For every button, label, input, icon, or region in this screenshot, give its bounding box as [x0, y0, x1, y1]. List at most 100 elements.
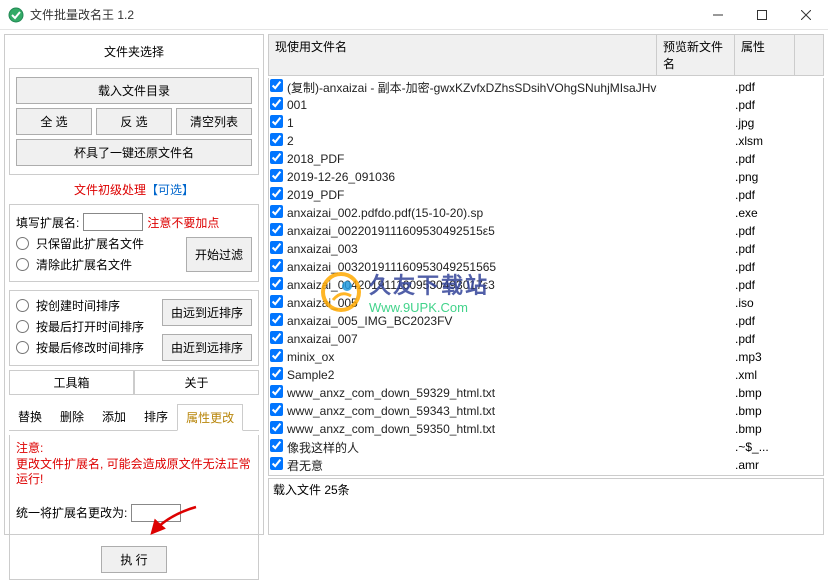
row-checkbox[interactable] [270, 439, 283, 452]
maximize-button[interactable] [740, 0, 784, 30]
tab-replace[interactable]: 替换 [9, 403, 51, 430]
clear-list-button[interactable]: 清空列表 [176, 108, 252, 135]
preprocess-header: 文件初级处理【可选】 [9, 179, 259, 200]
file-name: (复制)-anxaizai - 副本-加密-gwxKZvfxDZhsSDsihV… [287, 79, 657, 96]
row-checkbox[interactable] [270, 187, 283, 200]
table-row[interactable]: www_anxz_com_down_59350_html.txt.bmp [269, 420, 823, 438]
row-checkbox[interactable] [270, 349, 283, 362]
keep-ext-radio[interactable] [16, 237, 29, 250]
row-checkbox[interactable] [270, 331, 283, 344]
table-row[interactable]: 君无意.amr [269, 456, 823, 474]
row-checkbox[interactable] [270, 169, 283, 182]
sort-modify-radio[interactable] [16, 341, 29, 354]
folder-group: 载入文件目录 全 选 反 选 清空列表 杯具了一键还原文件名 [9, 68, 259, 175]
file-list[interactable]: 久友下载站 Www.9UPK.Com (复制)-anxaizai - 副本-加密… [268, 78, 824, 476]
tab-sort[interactable]: 排序 [135, 403, 177, 430]
col-attr[interactable]: 属性 [735, 35, 795, 75]
file-attr: .bmp [735, 386, 795, 400]
load-folder-button[interactable]: 载入文件目录 [16, 77, 252, 104]
table-row[interactable]: 001.pdf [269, 96, 823, 114]
row-checkbox[interactable] [270, 79, 283, 92]
table-row[interactable]: minix_ox.mp3 [269, 348, 823, 366]
file-attr: .iso [735, 296, 795, 310]
table-row[interactable]: anxaizai_007.pdf [269, 330, 823, 348]
file-attr: .pdf [735, 224, 795, 238]
file-name: anxaizai_005 [287, 296, 657, 310]
minimize-button[interactable] [696, 0, 740, 30]
row-checkbox[interactable] [270, 421, 283, 434]
invert-select-button[interactable]: 反 选 [96, 108, 172, 135]
start-filter-button[interactable]: 开始过滤 [186, 237, 252, 272]
table-row[interactable]: anxaizai_003.pdf [269, 240, 823, 258]
table-row[interactable]: 2019-12-26_091036.png [269, 168, 823, 186]
close-button[interactable] [784, 0, 828, 30]
row-checkbox[interactable] [270, 313, 283, 326]
row-checkbox[interactable] [270, 115, 283, 128]
table-row[interactable]: www_anxz_com_down_59329_html.txt .bmp [269, 384, 823, 402]
table-row[interactable]: anxaizai_005 .iso [269, 294, 823, 312]
table-row[interactable]: 像我这样的人.~$_... [269, 438, 823, 456]
row-checkbox[interactable] [270, 259, 283, 272]
file-name: www_anxz_com_down_59343_html.txt [287, 404, 657, 418]
table-row[interactable]: anxaizai_0022019111609530492515ε5.pdf [269, 222, 823, 240]
table-row[interactable]: 2.xlsm [269, 132, 823, 150]
row-checkbox[interactable] [270, 403, 283, 416]
table-row[interactable]: anxaizai_005_IMG_BC2023FV.pdf [269, 312, 823, 330]
table-row[interactable]: Sample2.xml [269, 366, 823, 384]
row-checkbox[interactable] [270, 133, 283, 146]
row-checkbox[interactable] [270, 97, 283, 110]
file-attr: .pdf [735, 314, 795, 328]
file-name: 1 [287, 116, 657, 130]
list-header: 现使用文件名 预览新文件名 属性 [268, 34, 824, 76]
row-checkbox[interactable] [270, 205, 283, 218]
remove-ext-radio[interactable] [16, 258, 29, 271]
table-row[interactable]: 1.jpg [269, 114, 823, 132]
file-name: minix_ox [287, 350, 657, 364]
table-row[interactable]: www_anxz_com_down_59343_html.txt.bmp [269, 402, 823, 420]
near-far-button[interactable]: 由近到远排序 [162, 334, 252, 361]
tab-delete[interactable]: 删除 [51, 403, 93, 430]
file-name: www_anxz_com_down_59329_html.txt [287, 386, 657, 400]
table-row[interactable]: anxaizai_002.pdfdo.pdf(15-10-20).sp.exe [269, 204, 823, 222]
row-checkbox[interactable] [270, 241, 283, 254]
right-panel: 现使用文件名 预览新文件名 属性 久友下载站 Www.9UPK.Com (复制)… [268, 34, 824, 535]
row-checkbox[interactable] [270, 385, 283, 398]
tab-attr[interactable]: 属性更改 [177, 404, 243, 431]
table-row[interactable]: 2018_PDF.pdf [269, 150, 823, 168]
change-ext-label: 统一将扩展名更改为: [16, 504, 127, 521]
file-attr: .pdf [735, 242, 795, 256]
ext-label: 填写扩展名: [16, 214, 79, 231]
select-all-button[interactable]: 全 选 [16, 108, 92, 135]
table-row[interactable]: anxaizai_003201911160953049251565.pdf [269, 258, 823, 276]
row-checkbox[interactable] [270, 223, 283, 236]
row-checkbox[interactable] [270, 151, 283, 164]
col-preview[interactable]: 预览新文件名 [657, 35, 735, 75]
table-row[interactable]: 安下载帮助.txt [269, 474, 823, 476]
ext-input[interactable] [83, 213, 143, 231]
col-current[interactable]: 现使用文件名 [269, 35, 657, 75]
row-checkbox[interactable] [270, 475, 283, 476]
execute-button[interactable]: 执 行 [101, 546, 166, 573]
row-checkbox[interactable] [270, 295, 283, 308]
table-row[interactable]: anxaizai_0042019111609530493017ε3.pdf [269, 276, 823, 294]
far-near-button[interactable]: 由远到近排序 [162, 299, 252, 326]
file-name: anxaizai_0042019111609530493017ε3 [287, 278, 657, 292]
file-name: 001 [287, 98, 657, 112]
file-attr: .exe [735, 206, 795, 220]
file-name: 2018_PDF [287, 152, 657, 166]
table-row[interactable]: 2019_PDF.pdf [269, 186, 823, 204]
sort-create-radio[interactable] [16, 299, 29, 312]
row-checkbox[interactable] [270, 367, 283, 380]
tab-add[interactable]: 添加 [93, 403, 135, 430]
row-checkbox[interactable] [270, 277, 283, 290]
file-attr: .xlsm [735, 134, 795, 148]
ext-note: 注意不要加点 [147, 214, 219, 231]
sort-open-radio[interactable] [16, 320, 29, 333]
file-name: anxaizai_003201911160953049251565 [287, 260, 657, 274]
file-name: 君无意 [287, 457, 657, 474]
table-row[interactable]: (复制)-anxaizai - 副本-加密-gwxKZvfxDZhsSDsihV… [269, 78, 823, 96]
row-checkbox[interactable] [270, 457, 283, 470]
warn-title: 注意: [16, 441, 43, 455]
file-name: 安下载帮助 [287, 475, 657, 476]
restore-button[interactable]: 杯具了一键还原文件名 [16, 139, 252, 166]
